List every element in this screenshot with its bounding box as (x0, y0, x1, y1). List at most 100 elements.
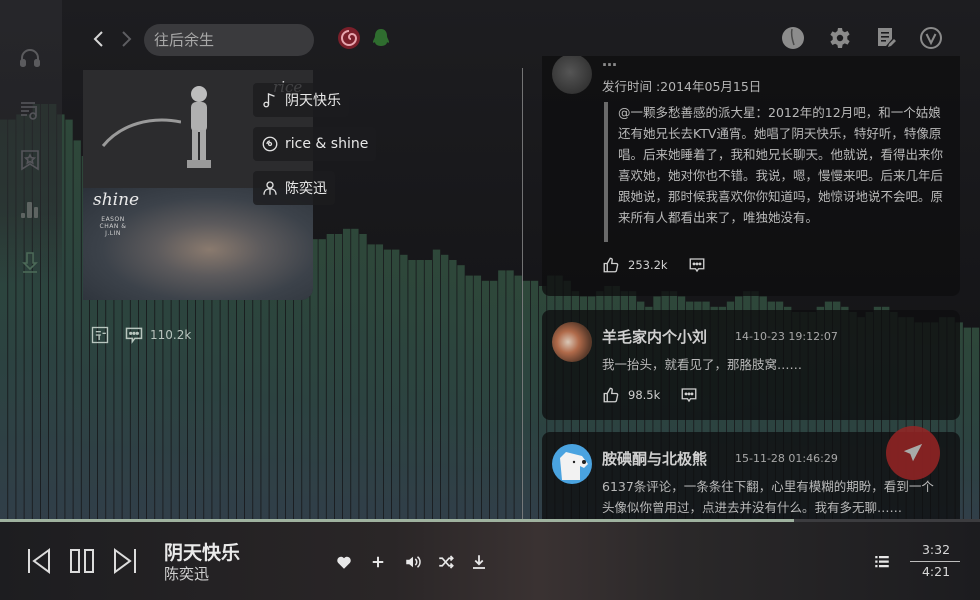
heart-icon (337, 556, 351, 569)
shuffle-icon (439, 555, 454, 569)
song-name-chip[interactable]: 阴天快乐 (253, 83, 349, 117)
reply-icon[interactable] (680, 386, 698, 404)
now-playing-artist[interactable]: 陈奕迅 (164, 563, 209, 584)
search-input[interactable] (144, 24, 314, 56)
comment-avatar[interactable] (552, 56, 592, 94)
visualizer-bar (359, 234, 367, 520)
playlist-icon (875, 556, 889, 568)
forward-button[interactable] (117, 27, 137, 51)
comment-actions: 253.2k (602, 256, 706, 274)
qq-source-button[interactable] (368, 25, 394, 51)
comment-username[interactable]: 胺碘酮与北极熊 (602, 448, 707, 469)
visualizer-bar (375, 244, 384, 520)
sidebar-item-download[interactable] (16, 248, 44, 276)
user-avatar-icon (782, 27, 804, 49)
visualizer-bar (367, 244, 375, 520)
visualizer-bar (522, 280, 531, 520)
quote-bar (604, 102, 608, 242)
cover-subtitle: EASON CHAN & J.LIN (99, 216, 127, 237)
pause-button[interactable] (67, 544, 97, 578)
player-bar: 阴天快乐 陈奕迅 3:32 4:21 (0, 522, 980, 600)
netease-source-button[interactable] (336, 25, 362, 51)
reply-icon[interactable] (688, 256, 706, 274)
paper-plane-icon (903, 443, 923, 462)
comment-count: 110.2k (150, 328, 192, 342)
chevron-left-icon (93, 31, 103, 47)
chevron-right-icon (122, 31, 132, 47)
visualizer-bar (457, 265, 465, 520)
sidebar-item-listen[interactable] (16, 44, 44, 72)
previous-button[interactable] (24, 544, 54, 578)
gear-icon (830, 28, 850, 48)
star-bookmark-icon (21, 150, 39, 171)
like-count: 253.2k (628, 258, 668, 272)
water-stream-image (101, 118, 181, 147)
visualizer-bar (473, 275, 482, 520)
visualizer-bar (424, 260, 433, 520)
music-list-icon (21, 102, 37, 120)
visualizer-bar (481, 280, 490, 520)
album-name-chip[interactable]: rice & shine (253, 127, 377, 161)
add-to-playlist-button[interactable] (367, 552, 389, 572)
user-avatar-button[interactable] (780, 25, 806, 51)
visualizer-bar (498, 270, 506, 520)
now-playing-title[interactable]: 阴天快乐 (164, 538, 240, 565)
sidebar-item-charts[interactable] (16, 195, 44, 223)
visualizer-bar (514, 275, 522, 520)
music-note-icon (263, 93, 275, 108)
thumbs-up-icon[interactable] (602, 386, 620, 404)
thumbs-up-icon[interactable] (602, 256, 620, 274)
qq-music-icon (373, 29, 389, 46)
comment-username[interactable]: … (602, 56, 617, 70)
settings-button[interactable] (827, 25, 853, 51)
like-button[interactable] (333, 552, 355, 572)
visualizer-bar (449, 260, 457, 520)
artist-name-chip[interactable]: 陈奕迅 (253, 171, 335, 205)
quoted-comment-text: @一颗多愁善感的派大星：2012年的12月吧，和一个姑娘还有她兄长去KTV通宵。… (618, 105, 944, 225)
song-actions: 110.2k (90, 325, 191, 345)
plus-icon (372, 556, 384, 568)
pause-icon (70, 549, 94, 573)
sidebar-item-playlist[interactable] (16, 96, 44, 124)
comment-text: 6137条评论，一条条往下翻，心里有模糊的期盼，看到一个头像似你曾用过，点进去并… (602, 479, 934, 515)
visualizer-bar (65, 119, 73, 520)
visualizer-bar (441, 254, 449, 520)
visualizer-bar (432, 249, 441, 520)
shuffle-button[interactable] (435, 552, 457, 572)
visualizer-bar (392, 249, 400, 520)
comment-time: 15-11-28 01:46:29 (735, 452, 838, 465)
volume-button[interactable] (402, 552, 424, 572)
send-comment-button[interactable] (886, 426, 940, 480)
visualizer-bar (400, 254, 408, 520)
visualizer-bar (416, 260, 424, 520)
visualizer-bar (490, 280, 498, 520)
notes-button[interactable] (873, 25, 899, 51)
comment-item: … 发行时间 :2014年05月15日 @一颗多愁善感的派大星：2012年的12… (542, 56, 960, 296)
lyrics-button[interactable] (90, 325, 110, 345)
comments-button[interactable]: 110.2k (124, 325, 191, 345)
download-icon (22, 252, 38, 273)
visualizer-bar (971, 327, 980, 520)
comment-username[interactable]: 羊毛家内个小刘 (602, 326, 707, 347)
release-date: 发行时间 :2014年05月15日 (602, 79, 762, 94)
visualizer-bar (343, 228, 351, 520)
dog-avatar-image (560, 452, 588, 480)
back-button[interactable] (88, 27, 108, 51)
visualizer-bar (351, 228, 359, 520)
comment-avatar[interactable] (552, 444, 592, 484)
cover-title-shine: shine (93, 190, 140, 210)
bar-chart-icon (21, 202, 38, 218)
vip-button[interactable] (918, 25, 944, 51)
visualizer-bar (465, 275, 473, 520)
sidebar-item-favorites[interactable] (16, 146, 44, 174)
download-button[interactable] (468, 552, 490, 572)
playlist-button[interactable] (871, 552, 893, 572)
notes-edit-icon (878, 28, 896, 47)
visualizer-bar (73, 140, 81, 520)
sidebar (0, 0, 62, 520)
netease-music-icon (338, 27, 360, 49)
next-button[interactable] (110, 544, 140, 578)
comment-avatar[interactable] (552, 322, 592, 362)
lyrics-icon (91, 326, 109, 344)
statue-image (187, 86, 211, 168)
